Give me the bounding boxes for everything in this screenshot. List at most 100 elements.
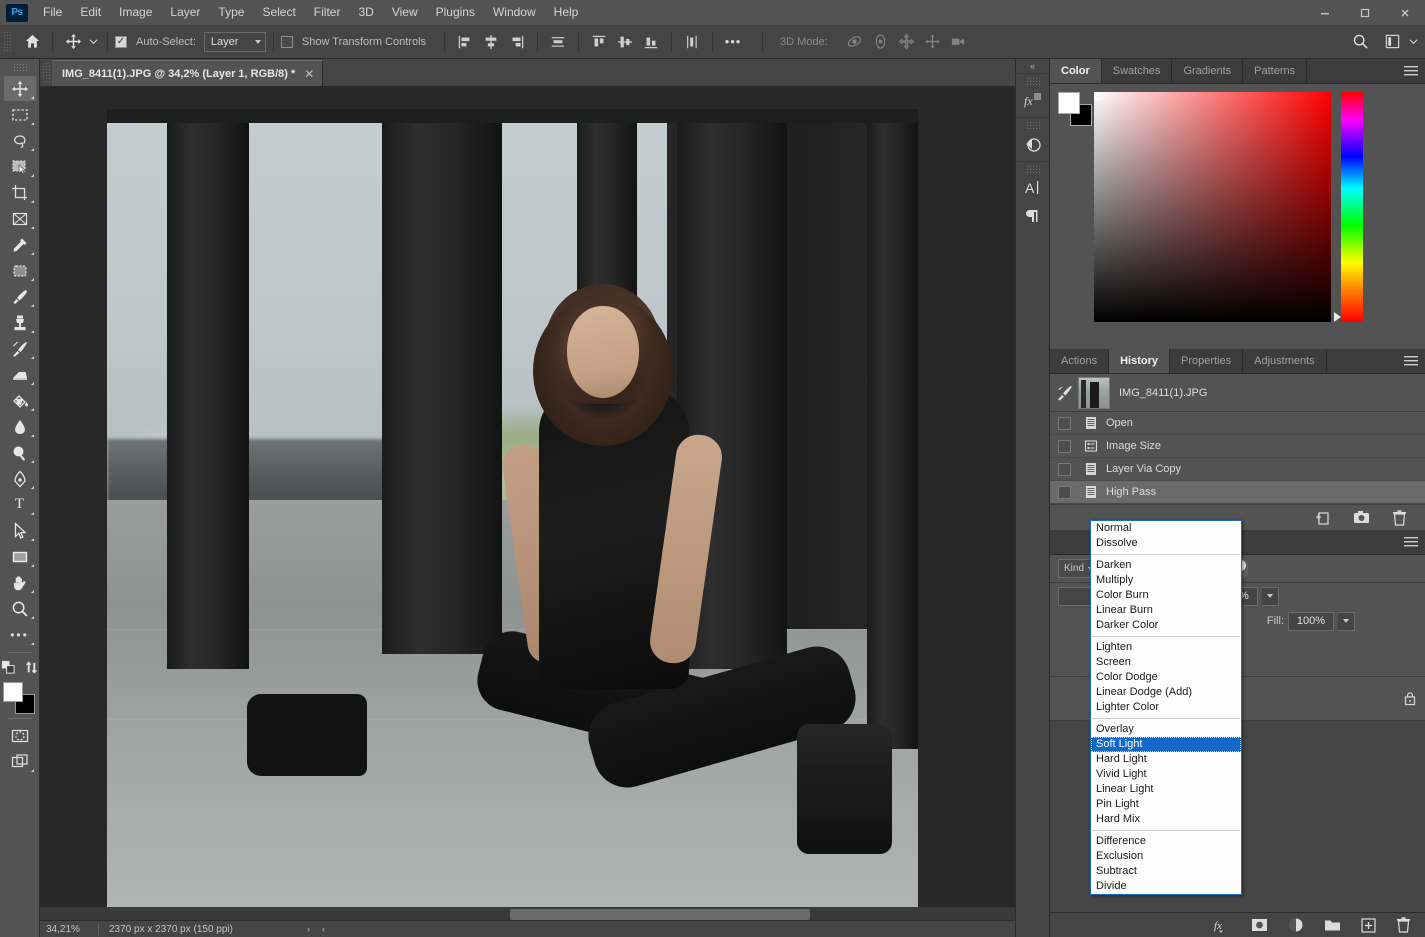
align-top-edges-icon[interactable] [586,29,612,55]
tab-patterns[interactable]: Patterns [1243,59,1308,83]
camera-3d-icon[interactable] [946,29,972,55]
align-right-edges-icon[interactable] [504,29,530,55]
blend-mode-linear-dodge-add[interactable]: Linear Dodge (Add) [1091,685,1241,700]
toolbar-grip[interactable] [12,63,27,73]
tool-clone-stamp[interactable] [4,310,36,335]
history-undo-icon[interactable] [1018,130,1048,158]
menu-window[interactable]: Window [484,2,545,23]
tool-history-brush[interactable] [4,336,36,361]
rail-grip[interactable] [1025,121,1040,129]
fill-value[interactable]: 100% [1288,611,1334,631]
fill-chevron-icon[interactable] [1338,611,1355,631]
delete-icon[interactable] [1392,509,1407,526]
blend-mode-linear-light[interactable]: Linear Light [1091,782,1241,797]
status-prev-icon[interactable]: ‹ [316,924,331,934]
panel-menu-icon[interactable] [1404,355,1419,367]
tab-color[interactable]: Color [1050,59,1102,83]
panel-menu-icon[interactable] [1404,65,1419,77]
home-icon[interactable] [19,29,45,55]
blend-mode-overlay[interactable]: Overlay [1091,722,1241,737]
tool-edit-toolbar[interactable]: ••• [4,622,36,647]
menu-plugins[interactable]: Plugins [427,2,484,23]
blend-mode-dissolve[interactable]: Dissolve [1091,536,1241,551]
menu-select[interactable]: Select [253,2,304,23]
align-vertical-centers-icon[interactable] [612,29,638,55]
tool-paint-bucket[interactable] [4,388,36,413]
blend-mode-pin-light[interactable]: Pin Light [1091,797,1241,812]
blend-mode-hard-mix[interactable]: Hard Mix [1091,812,1241,827]
blend-mode-lighter-color[interactable]: Lighter Color [1091,700,1241,715]
move-tool-icon[interactable] [60,29,86,55]
opacity-chevron-icon[interactable] [1261,586,1279,606]
link-fx-icon[interactable]: fx [1213,917,1231,933]
add-mask-icon[interactable] [1251,918,1268,932]
close-button[interactable] [1385,0,1425,25]
close-icon[interactable]: ✕ [304,67,314,81]
tab-gradients[interactable]: Gradients [1172,59,1244,83]
tool-type[interactable]: T [4,492,36,517]
history-snapshot-checkbox[interactable] [1058,439,1071,453]
tool-eyedropper[interactable] [4,232,36,257]
pan-3d-icon[interactable] [894,29,920,55]
color-panel-foreground-swatch[interactable] [1058,92,1080,114]
color-swatches[interactable] [2,682,37,714]
roll-3d-icon[interactable] [868,29,894,55]
blend-mode-menu[interactable]: Normal Dissolve Darken Multiply Color Burn Li… [1090,520,1242,895]
tab-properties[interactable]: Properties [1169,349,1244,373]
menu-help[interactable]: Help [545,2,588,23]
blend-mode-color-burn[interactable]: Color Burn [1091,588,1241,603]
auto-select-checkbox[interactable]: ✓ Auto-Select: [115,35,200,48]
snapshot-brush-icon[interactable] [1056,384,1078,402]
menu-filter[interactable]: Filter [305,2,350,23]
menu-type[interactable]: Type [209,2,253,23]
blend-mode-color-dodge[interactable]: Color Dodge [1091,670,1241,685]
slide-3d-icon[interactable] [920,29,946,55]
history-snapshot-checkbox[interactable] [1058,485,1071,499]
tool-zoom[interactable] [4,596,36,621]
color-field[interactable] [1094,92,1331,322]
align-left-edges-icon[interactable] [452,29,478,55]
status-next-icon[interactable]: › [301,924,316,934]
quick-mask-icon[interactable] [4,723,36,748]
blend-mode-darken[interactable]: Darken [1091,558,1241,573]
maximize-button[interactable] [1345,0,1385,25]
image-canvas[interactable] [107,109,918,920]
blend-mode-hard-light[interactable]: Hard Light [1091,752,1241,767]
create-document-icon[interactable] [1315,510,1331,526]
history-snapshot-checkbox[interactable] [1058,462,1071,476]
delete-layer-icon[interactable] [1396,917,1411,933]
canvas-area[interactable]: ▲ ▼ [40,87,1050,920]
blend-mode-subtract[interactable]: Subtract [1091,864,1241,879]
menu-image[interactable]: Image [110,2,161,23]
rail-grip[interactable] [1025,77,1040,85]
menu-file[interactable]: File [34,2,71,23]
swap-colors-icon[interactable] [21,657,41,677]
tab-history[interactable]: History [1109,349,1170,373]
tool-eraser[interactable] [4,362,36,387]
hue-slider[interactable] [1341,92,1363,322]
blend-mode-divide[interactable]: Divide [1091,879,1241,894]
document-tab-grip[interactable] [42,61,52,84]
blend-mode-vivid-light[interactable]: Vivid Light [1091,767,1241,782]
tool-brush[interactable] [4,284,36,309]
align-bottom-edges-icon[interactable] [638,29,664,55]
blend-mode-linear-burn[interactable]: Linear Burn [1091,603,1241,618]
blend-mode-soft-light[interactable]: Soft Light [1091,737,1241,752]
tool-rectangle[interactable] [4,544,36,569]
history-state-row[interactable]: Layer Via Copy [1050,458,1425,481]
menu-3d[interactable]: 3D [349,2,382,23]
tool-hand[interactable] [4,570,36,595]
zoom-level[interactable]: 34,21% [40,924,98,935]
tool-frame[interactable] [4,206,36,231]
panel-menu-icon[interactable] [1404,536,1419,548]
tool-object-selection[interactable] [4,154,36,179]
menu-edit[interactable]: Edit [71,2,110,23]
history-snapshot-checkbox[interactable] [1058,416,1071,430]
tab-actions[interactable]: Actions [1050,349,1110,373]
blend-mode-lighten[interactable]: Lighten [1091,640,1241,655]
blend-mode-multiply[interactable]: Multiply [1091,573,1241,588]
styles-fx-icon[interactable]: fx [1018,86,1048,114]
tab-swatches[interactable]: Swatches [1101,59,1173,83]
blend-mode-exclusion[interactable]: Exclusion [1091,849,1241,864]
history-state-row[interactable]: High Pass [1050,481,1425,504]
